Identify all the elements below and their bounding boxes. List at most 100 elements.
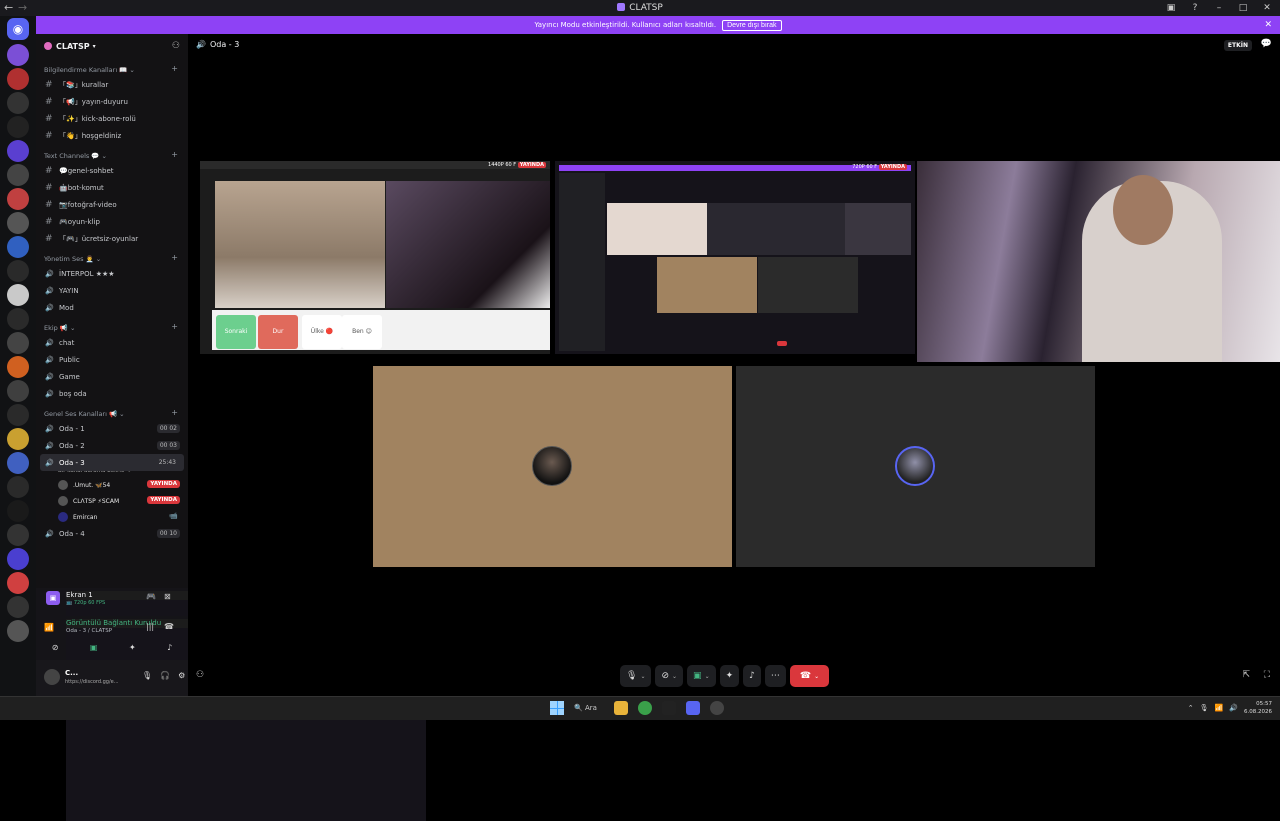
- chevron-down-icon[interactable]: ⌄: [705, 673, 710, 680]
- add-channel-icon[interactable]: +: [171, 150, 178, 159]
- camera-off-icon[interactable]: ⊘: [52, 643, 59, 652]
- server-icon[interactable]: [7, 572, 29, 594]
- category-header[interactable]: Yönetim Ses 👨‍💼 ⌄ +: [36, 247, 188, 265]
- discord-icon[interactable]: ◉: [7, 18, 29, 40]
- voice-channel-oda-3[interactable]: 🔊 Oda - 3 25:43: [40, 454, 184, 471]
- channel-item[interactable]: # 📷fotoğraf-video: [36, 196, 188, 213]
- add-channel-icon[interactable]: +: [171, 408, 178, 417]
- channel-item[interactable]: 🔊 boş oda: [36, 385, 188, 402]
- invite-people-icon[interactable]: ⚇: [172, 41, 180, 51]
- chevron-down-icon[interactable]: ⌄: [814, 673, 819, 680]
- camera-tile-emircan[interactable]: [917, 161, 1280, 362]
- microphone-icon[interactable]: 🎙: [142, 671, 152, 680]
- gear-icon[interactable]: ⚙: [178, 671, 185, 680]
- obs-icon[interactable]: [710, 701, 724, 715]
- user-name[interactable]: C...: [65, 669, 78, 677]
- disable-streamer-mode-button[interactable]: Devre dışı bırak: [722, 19, 782, 31]
- channel-item[interactable]: 🔊 YAYIN: [36, 282, 188, 299]
- chevron-up-icon[interactable]: ⌃: [1188, 704, 1194, 712]
- app-icon[interactable]: [662, 701, 676, 715]
- channel-item[interactable]: # 🤖bot-komut: [36, 179, 188, 196]
- hang-up-button[interactable]: ☎ ⌄: [789, 665, 830, 687]
- add-channel-icon[interactable]: +: [171, 64, 178, 73]
- mic-tray-icon[interactable]: 🎙: [1200, 704, 1209, 712]
- fullscreen-icon[interactable]: ⛶: [1264, 670, 1270, 680]
- server-icon[interactable]: [7, 164, 29, 186]
- file-explorer-icon[interactable]: [614, 701, 628, 715]
- server-icon[interactable]: [7, 500, 29, 522]
- category-header[interactable]: Ekip 📢 ⌄ +: [36, 316, 188, 334]
- channel-item[interactable]: 🔊 Public: [36, 351, 188, 368]
- channel-item[interactable]: # 「🎮」ücretsiz-oyunlar: [36, 230, 188, 247]
- windows-start-icon[interactable]: [550, 701, 564, 715]
- close-icon[interactable]: ✕: [1264, 16, 1272, 34]
- server-icon[interactable]: [7, 308, 29, 330]
- clock[interactable]: 05:57 6.08.2026: [1244, 700, 1272, 716]
- wifi-icon[interactable]: 📶: [1215, 704, 1224, 712]
- server-icon[interactable]: [7, 620, 29, 642]
- server-icon[interactable]: [7, 236, 29, 258]
- channel-item[interactable]: 🔊 Mod: [36, 299, 188, 316]
- disconnect-icon[interactable]: ☎: [164, 622, 174, 631]
- server-icon[interactable]: [7, 404, 29, 426]
- stop-stream-icon[interactable]: ⊠: [164, 592, 171, 601]
- chrome-icon[interactable]: [638, 701, 652, 715]
- category-genel-ses[interactable]: Genel Ses Kanalları 📢 ⌄ +: [36, 402, 188, 420]
- server-icon[interactable]: [7, 284, 29, 306]
- participant-tile[interactable]: [736, 366, 1095, 567]
- server-icon[interactable]: [7, 356, 29, 378]
- voice-member[interactable]: Emircan 📹: [36, 509, 188, 525]
- server-icon[interactable]: [7, 380, 29, 402]
- me-button[interactable]: Ben 😊: [342, 315, 382, 349]
- server-icon[interactable]: [7, 92, 29, 114]
- minimize-button[interactable]: –: [1212, 0, 1226, 16]
- server-icon[interactable]: [7, 44, 29, 66]
- stream-tile-clatsp[interactable]: 720P 60 F YAYINDA: [555, 161, 915, 354]
- channel-item[interactable]: # 🎮oyun-klip: [36, 213, 188, 230]
- server-icon[interactable]: [7, 428, 29, 450]
- noise-suppression-icon[interactable]: |||: [146, 622, 154, 631]
- guild-header[interactable]: CLATSP ▾ ⚇: [36, 34, 188, 58]
- screen-share-icon[interactable]: ▣: [90, 643, 98, 652]
- soundboard-button[interactable]: ♪: [743, 665, 761, 687]
- server-icon[interactable]: [7, 476, 29, 498]
- discord-icon[interactable]: [686, 701, 700, 715]
- camera-button[interactable]: ⊘ ⌄: [655, 665, 684, 687]
- channel-item[interactable]: 🔊 Game: [36, 368, 188, 385]
- avatar[interactable]: [44, 669, 60, 685]
- add-channel-icon[interactable]: +: [171, 322, 178, 331]
- activity-icon[interactable]: ⚇: [196, 670, 204, 680]
- server-icon[interactable]: [7, 188, 29, 210]
- channel-item[interactable]: # 「📚」kurallar: [36, 76, 188, 93]
- popout-icon[interactable]: ⇱: [1242, 670, 1250, 680]
- more-button[interactable]: ⋯: [764, 665, 786, 687]
- category-header[interactable]: Text Channels 💬 ⌄ +: [36, 144, 188, 162]
- etkin-badge[interactable]: ETKİN: [1223, 40, 1252, 51]
- category-header[interactable]: Bilgilendirme Kanalları 📖 ⌄ +: [36, 58, 188, 76]
- server-icon[interactable]: [7, 548, 29, 570]
- channel-item[interactable]: 🔊 İNTERPOL ★★★: [36, 265, 188, 282]
- activities-icon[interactable]: ✦: [129, 643, 136, 652]
- server-icon[interactable]: [7, 140, 29, 162]
- microphone-button[interactable]: 🎙 ⌄: [620, 665, 652, 687]
- server-icon[interactable]: [7, 524, 29, 546]
- voice-member[interactable]: CLΛTSP ⚡SCAM YAYINDA: [36, 493, 188, 509]
- voice-member[interactable]: .Umut. 🦋54 YAYINDA: [36, 477, 188, 493]
- channel-item[interactable]: # 「📢」yayın-duyuru: [36, 93, 188, 110]
- channel-item[interactable]: # 💬genel-sohbet: [36, 162, 188, 179]
- help-icon[interactable]: ?: [1188, 0, 1202, 16]
- server-icon[interactable]: [7, 116, 29, 138]
- stream-tile-umut[interactable]: 1440P 60 F YAYINDA Sonraki Dur Ülke 🔴 Be…: [200, 161, 550, 354]
- stream-settings-icon[interactable]: 🎮: [146, 592, 156, 601]
- next-button[interactable]: Sonraki: [216, 315, 256, 349]
- voice-channel-oda-2[interactable]: 🔊 Oda - 2 00 03: [36, 437, 188, 454]
- country-button[interactable]: Ülke 🔴: [302, 315, 342, 349]
- close-window-button[interactable]: ✕: [1260, 0, 1274, 16]
- channel-item[interactable]: # 「👋」hoşgeldiniz: [36, 127, 188, 144]
- stop-button[interactable]: Dur: [258, 315, 298, 349]
- activities-button[interactable]: ✦: [719, 665, 740, 687]
- inbox-icon[interactable]: ▣: [1164, 0, 1178, 16]
- soundboard-icon[interactable]: ♪: [167, 643, 172, 652]
- channel-item[interactable]: 🔊 chat: [36, 334, 188, 351]
- server-icon[interactable]: [7, 68, 29, 90]
